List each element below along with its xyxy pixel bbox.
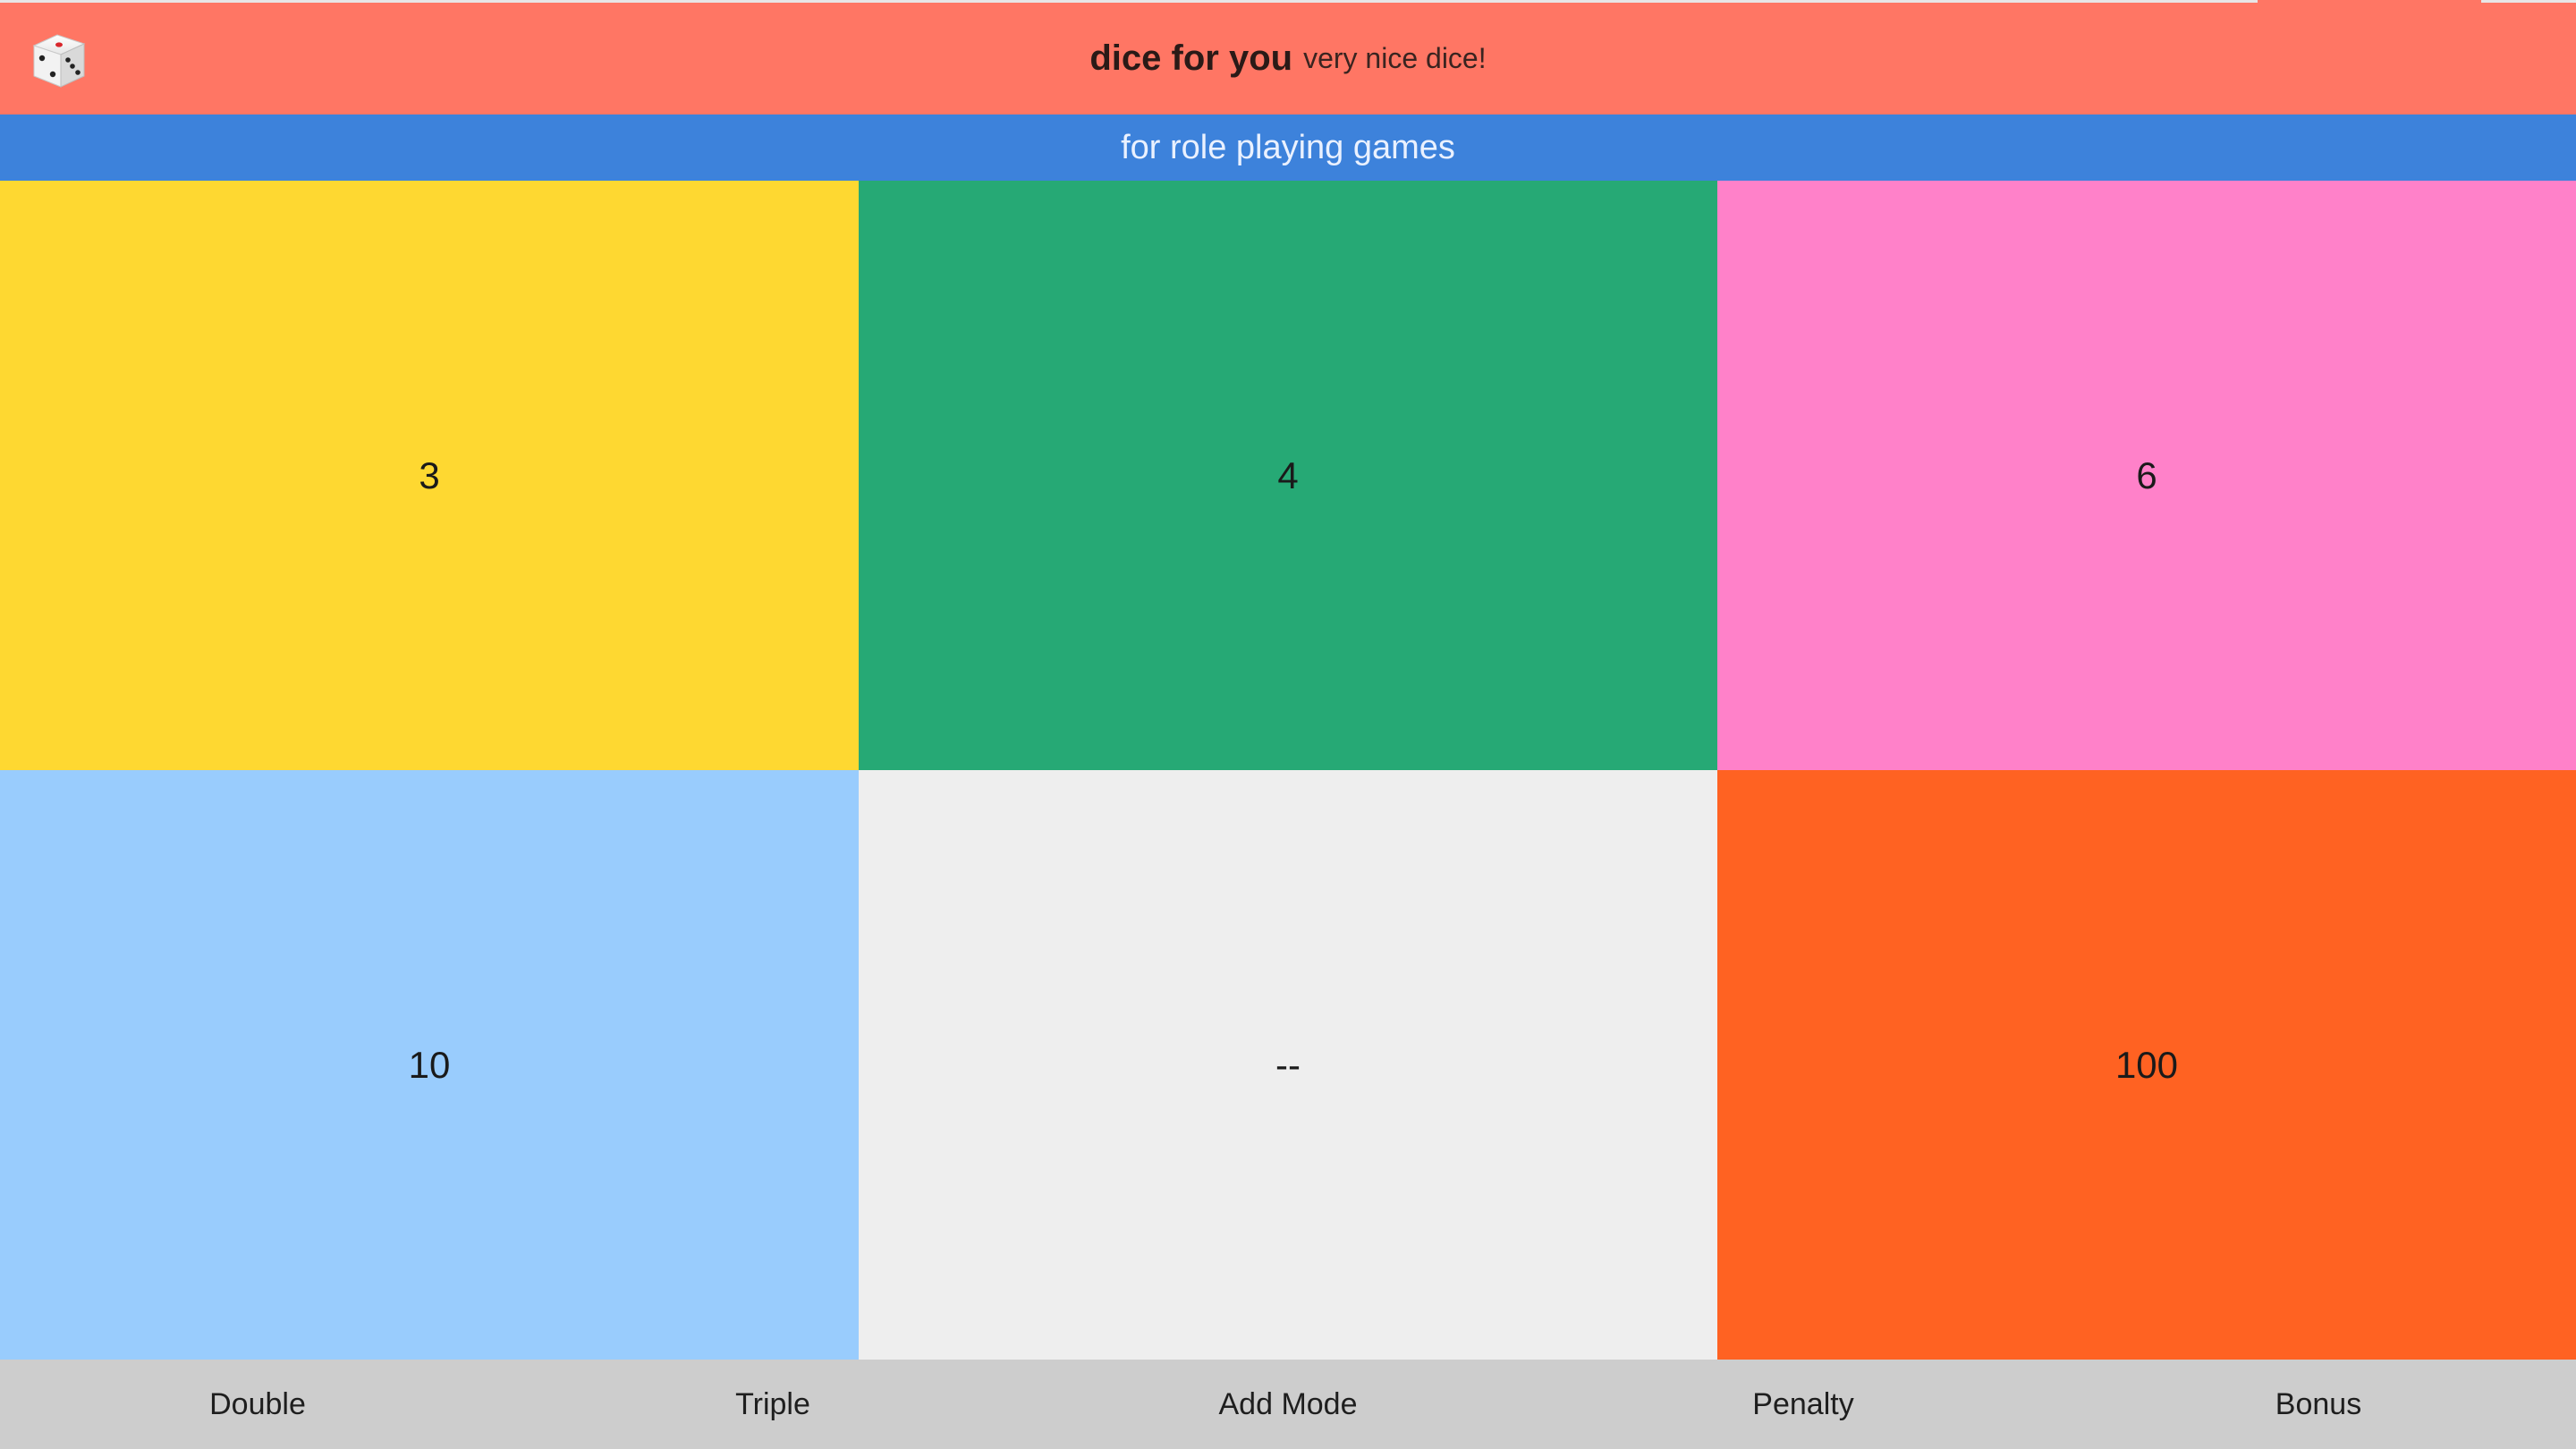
die-tile-d3[interactable]: 3: [0, 181, 859, 770]
die-tile-label: 6: [2136, 453, 2157, 496]
bottom-toolbar: Double Triple Add Mode Penalty Bonus: [0, 1360, 2576, 1449]
die-tile-d6[interactable]: 6: [1717, 181, 2576, 770]
bonus-button[interactable]: Bonus: [2061, 1360, 2576, 1449]
die-tile-label: 10: [408, 1043, 451, 1086]
subheader-banner: for role playing games: [0, 114, 2576, 181]
die-tile-label: 100: [2114, 1043, 2179, 1086]
subheader-text: for role playing games: [1121, 128, 1455, 166]
die-icon: [32, 34, 86, 88]
die-tile-label: 3: [419, 453, 440, 496]
penalty-button-label: Penalty: [1752, 1386, 1854, 1421]
die-tile-d10[interactable]: 10: [0, 770, 859, 1360]
triple-button[interactable]: Triple: [515, 1360, 1030, 1449]
double-button[interactable]: Double: [0, 1360, 515, 1449]
app-header: dice for you very nice dice!: [0, 3, 2576, 114]
penalty-button[interactable]: Penalty: [1546, 1360, 2061, 1449]
die-tile-label: 4: [1277, 453, 1299, 496]
die-tile-empty[interactable]: --: [859, 770, 1717, 1360]
bonus-button-label: Bonus: [2275, 1386, 2362, 1421]
add-mode-button[interactable]: Add Mode: [1030, 1360, 1546, 1449]
add-mode-button-label: Add Mode: [1218, 1386, 1358, 1421]
dice-grid: 3 4 6 10 -- 100: [0, 181, 2576, 1360]
die-tile-d100[interactable]: 100: [1717, 770, 2576, 1360]
die-tile-label: --: [1275, 1043, 1301, 1086]
app-title: dice for you: [1089, 38, 1293, 78]
app-tagline: very nice dice!: [1303, 42, 1487, 74]
double-button-label: Double: [209, 1386, 306, 1421]
die-tile-d4[interactable]: 4: [859, 181, 1717, 770]
triple-button-label: Triple: [735, 1386, 810, 1421]
